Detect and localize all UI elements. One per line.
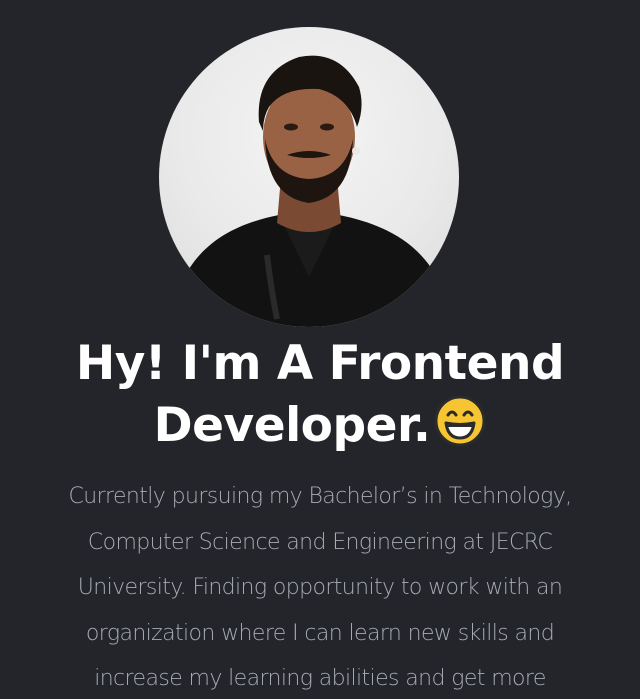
bio-line: Computer Science and Engineering at JECR… bbox=[87, 529, 553, 555]
bio-line: University. Finding opportunity to work … bbox=[77, 575, 563, 600]
hero-heading-line-2: Developer. bbox=[0, 395, 640, 457]
bio-line: Currently pursuing my Bachelor’s in Tech… bbox=[68, 484, 572, 509]
bio-line: increase my learning abilities and get m… bbox=[94, 666, 546, 691]
hero-bio: Currently pursuing my Bachelor’s in Tech… bbox=[0, 474, 640, 699]
hero-section: Hy! I'm A Frontend Developer. Currently … bbox=[0, 0, 640, 699]
hero-heading: Hy! I'm A Frontend Developer. bbox=[0, 333, 640, 457]
hero-heading-line-2-text: Developer. bbox=[153, 398, 431, 453]
grinning-face-emoji-icon bbox=[434, 395, 486, 447]
hero-heading-line-1: Hy! I'm A Frontend bbox=[75, 336, 565, 391]
profile-photo bbox=[159, 27, 459, 327]
bio-line: organization where I can learn new skill… bbox=[85, 620, 555, 646]
